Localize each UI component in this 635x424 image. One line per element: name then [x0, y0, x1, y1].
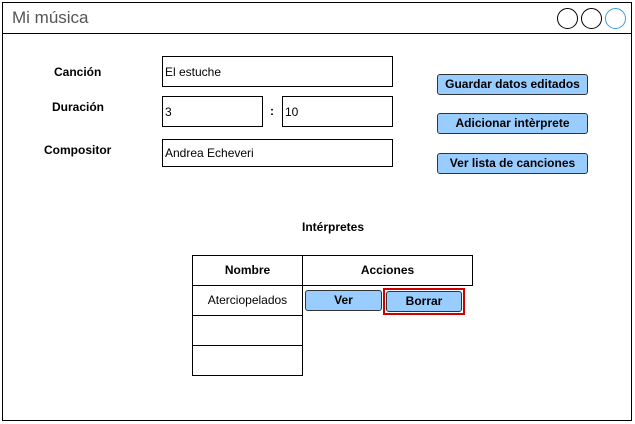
duration-minutes-input[interactable]: [162, 96, 263, 127]
duration-label: Duración: [52, 100, 105, 114]
duration-separator: :: [270, 104, 274, 118]
duration-seconds-input[interactable]: [282, 96, 393, 127]
column-header-name: Nombre: [192, 255, 303, 286]
minimize-button[interactable]: [557, 8, 578, 29]
table-row-empty: [192, 315, 303, 346]
performers-title: Intérpretes: [302, 220, 365, 234]
song-label: Canción: [54, 65, 102, 79]
save-edited-data-button[interactable]: Guardar datos editados: [437, 74, 588, 95]
delete-performer-button[interactable]: Borrar: [386, 291, 462, 312]
composer-input[interactable]: [162, 139, 393, 167]
composer-label: Compositor: [44, 143, 112, 157]
maximize-button[interactable]: [581, 8, 602, 29]
song-list-button[interactable]: Ver lista de canciones: [437, 153, 588, 174]
close-button[interactable]: [605, 8, 626, 29]
table-row-name: Aterciopelados: [192, 285, 303, 316]
add-performer-button[interactable]: Adicionar intèrprete: [437, 113, 588, 134]
view-performer-button[interactable]: Ver: [305, 290, 382, 311]
title-bar: Mi música: [3, 3, 631, 34]
song-input[interactable]: [162, 56, 393, 87]
window-title: Mi música: [12, 8, 89, 27]
table-row-empty: [192, 345, 303, 376]
column-header-actions: Acciones: [302, 255, 473, 286]
